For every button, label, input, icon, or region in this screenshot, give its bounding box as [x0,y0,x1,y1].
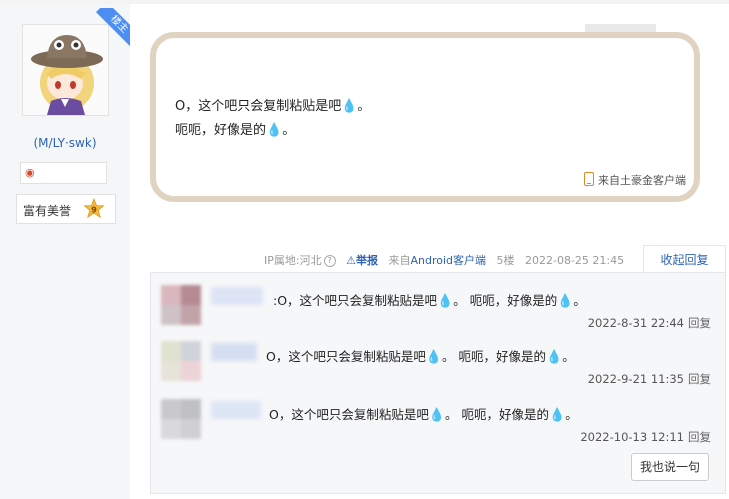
client-source[interactable]: 来自土豪金客户端 [584,172,686,188]
reply-time: 2022-9-21 11:35 [587,372,684,386]
reply-text: :O，这个吧只会复制粘贴是吧💧。 呃呃，好像是的💧。 [273,290,586,309]
floor-number: 5楼 [496,254,515,267]
badge-strip: ◉ [20,162,107,184]
reply-text-a: :O，这个吧只会复制粘贴是吧 [273,293,438,308]
water-drop-icon: 💧 [428,408,446,423]
reply-text-a: O，这个吧只会复制粘贴是吧 [266,349,426,364]
level-number: 9 [91,206,97,215]
post-bubble: O，这个吧只会复制粘贴是吧💧。 呃呃，好像是的💧。 来自土豪金客户端 [150,32,700,202]
reply-button[interactable]: 回复 [688,430,711,444]
reply-meta: 2022-9-21 11:35 回复 [588,371,711,387]
reply-avatar[interactable] [161,399,201,439]
reply-time: 2022-8-31 22:44 [587,316,684,330]
author-sidebar: 楼主 (M/LY·swk) ◉ 富有美誉 9 [0,4,130,499]
reply-time: 2022-10-13 12:11 [580,430,684,444]
add-reply-button[interactable]: 我也说一句 [631,453,709,481]
post-line-1: O，这个吧只会复制粘贴是吧💧。 [175,95,370,114]
water-drop-icon: 💧 [549,408,566,423]
water-drop-icon: 💧 [425,350,443,365]
reply-text-a: O，这个吧只会复制粘贴是吧 [269,407,429,422]
client-source-label: 来自土豪金客户端 [598,174,686,187]
post-time: 2022-08-25 21:45 [525,254,625,267]
post-punct-1: 。 [357,99,371,114]
honor-level-box[interactable]: 富有美誉 9 [16,194,116,224]
water-drop-icon: 💧 [437,294,454,309]
report-link[interactable]: 举报 [356,254,378,267]
reply-item: :O，这个吧只会复制粘贴是吧💧。 呃呃，好像是的💧。 2022-8-31 22:… [151,283,725,341]
reply-punct: 。 [562,349,575,364]
reply-avatar[interactable] [161,341,201,381]
water-drop-icon: 💧 [546,350,563,365]
post-line-2: 呃呃，好像是的💧。 [175,119,295,138]
reply-list: :O，这个吧只会复制粘贴是吧💧。 呃呃，好像是的💧。 2022-8-31 22:… [150,272,726,494]
thread-owner-ribbon: 楼主 [92,8,130,46]
reply-text-b: 。 呃呃，好像是的 [445,407,550,422]
reply-text-b: 。 呃呃，好像是的 [453,293,558,308]
reply-text: O，这个吧只会复制粘贴是吧💧。 呃呃，好像是的💧。 [266,346,575,365]
warning-icon[interactable]: ⚠ [346,254,356,267]
reply-punct: 。 [565,407,578,422]
water-drop-icon: 💧 [557,294,574,309]
game-controller-icon: ◉ [25,166,35,179]
reply-username[interactable] [211,343,257,361]
reply-item: O，这个吧只会复制粘贴是吧💧。 呃呃，好像是的💧。 2022-10-13 12:… [151,397,725,455]
post-punct-2: 。 [282,123,296,138]
reply-username[interactable] [211,287,263,305]
reply-button[interactable]: 回复 [688,316,711,330]
post-meta: IP属地:河北? ⚠举报 来自Android客户端 5楼 2022-08-25 … [264,252,624,268]
water-drop-icon: 💧 [341,99,358,114]
client-link[interactable]: Android客户端 [410,254,486,267]
reply-button[interactable]: 回复 [688,372,711,386]
reply-punct: 。 [573,293,586,308]
reply-meta: 2022-10-13 12:11 回复 [580,429,711,445]
water-drop-icon: 💧 [266,123,283,138]
reply-username[interactable] [211,401,261,419]
reply-text-b: 。 呃呃，好像是的 [442,349,547,364]
from-prefix: 来自 [388,254,411,267]
collapse-replies-button[interactable]: 收起回复 [643,245,726,274]
post-text-1: O，这个吧只会复制粘贴是吧 [175,99,342,114]
honor-label: 富有美誉 [23,204,72,218]
thread-owner-label: 楼主 [96,8,130,46]
level-star-icon: 9 [83,198,105,219]
reply-avatar[interactable] [161,285,201,325]
ip-location: IP属地:河北 [264,254,322,267]
help-icon[interactable]: ? [323,255,336,267]
reply-meta: 2022-8-31 22:44 回复 [588,315,711,331]
reply-text: O，这个吧只会复制粘贴是吧💧。 呃呃，好像是的💧。 [269,404,578,423]
username-link[interactable]: (M/LY·swk) [0,136,130,150]
phone-icon [584,172,594,186]
reply-item: O，这个吧只会复制粘贴是吧💧。 呃呃，好像是的💧。 2022-9-21 11:3… [151,339,725,397]
post-text-2: 呃呃，好像是的 [175,123,267,138]
